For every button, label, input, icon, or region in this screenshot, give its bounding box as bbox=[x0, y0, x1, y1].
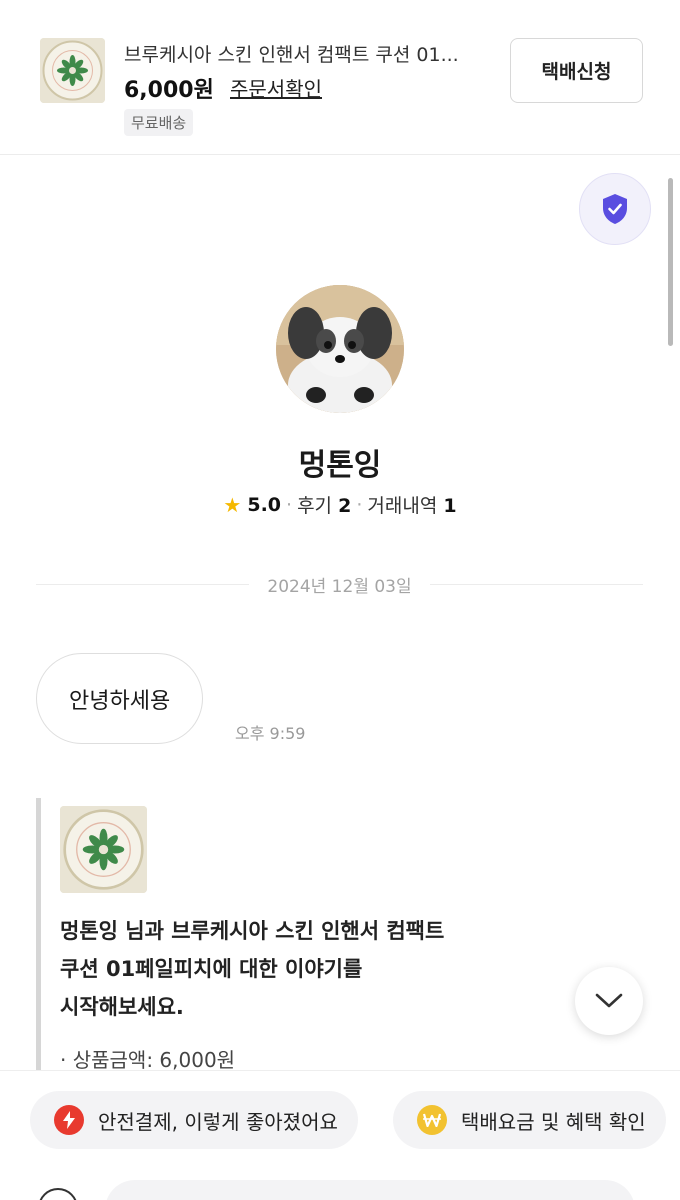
system-line: 멍톤잉 님과 브루케시아 스킨 인핸서 컴팩트 bbox=[60, 919, 445, 943]
system-message-bar bbox=[36, 798, 41, 1078]
system-message-text: 멍톤잉 님과 브루케시아 스킨 인핸서 컴팩트 쿠션 01페일피치에 대한 이야… bbox=[60, 912, 530, 1026]
order-confirm-link[interactable]: 주문서확인 bbox=[230, 73, 322, 102]
seller-avatar[interactable] bbox=[276, 285, 404, 413]
scrollbar[interactable] bbox=[668, 178, 673, 346]
divider-line bbox=[36, 584, 250, 585]
received-message-bubble[interactable]: 안녕하세용 bbox=[36, 653, 204, 744]
product-title[interactable]: 브루케시아 스킨 인핸서 컴팩트 쿠션 01... bbox=[124, 40, 484, 67]
reviews-count: 2 bbox=[338, 495, 352, 517]
dog-profile-image bbox=[276, 285, 404, 413]
reviews-label: 후기 bbox=[297, 495, 333, 517]
attach-plus-button[interactable] bbox=[38, 1188, 78, 1200]
trades-count: 1 bbox=[443, 495, 457, 517]
message-time: 오후 9:59 bbox=[235, 724, 306, 743]
product-price: 6,000원 bbox=[124, 78, 214, 103]
product-header: 브루케시아 스킨 인핸서 컴팩트 쿠션 01... 6,000원 주문서확인 무… bbox=[0, 0, 680, 155]
system-line: 시작해보세요. bbox=[60, 995, 184, 1019]
chevron-down-icon bbox=[595, 993, 623, 1008]
message-composer bbox=[0, 1110, 680, 1200]
divider-line bbox=[429, 584, 644, 585]
product-thumbnail[interactable] bbox=[40, 38, 105, 103]
chat-date: 2024년 12월 03일 bbox=[267, 577, 412, 597]
free-shipping-badge: 무료배송 bbox=[124, 109, 194, 136]
reviews-link[interactable]: 후기 2 bbox=[297, 491, 351, 518]
shipping-request-button[interactable]: 택배신청 bbox=[510, 38, 643, 103]
safety-shield-button[interactable] bbox=[579, 173, 651, 245]
rating-value: 5.0 bbox=[247, 493, 282, 516]
scroll-down-button[interactable] bbox=[575, 967, 643, 1035]
seller-stats: ★ 5.0 · 후기 2 · 거래내역 1 bbox=[0, 491, 680, 518]
shield-check-icon bbox=[603, 194, 627, 224]
separator-dot: · bbox=[356, 493, 363, 516]
system-line: 쿠션 01페일피치에 대한 이야기를 bbox=[60, 957, 363, 981]
date-divider: 2024년 12월 03일 bbox=[36, 572, 644, 597]
seller-nickname[interactable]: 멍톤잉 bbox=[0, 440, 680, 484]
trades-label: 거래내역 bbox=[367, 495, 438, 517]
trades-link[interactable]: 거래내역 1 bbox=[367, 491, 456, 518]
system-price-line: · 상품금액: 6,000원 bbox=[60, 1048, 236, 1072]
system-product-thumbnail[interactable] bbox=[60, 806, 147, 893]
cushion-product-image bbox=[60, 806, 147, 893]
star-icon: ★ bbox=[223, 492, 242, 517]
cushion-product-image bbox=[40, 38, 105, 103]
message-input[interactable] bbox=[105, 1180, 635, 1200]
separator-dot: · bbox=[286, 493, 293, 516]
